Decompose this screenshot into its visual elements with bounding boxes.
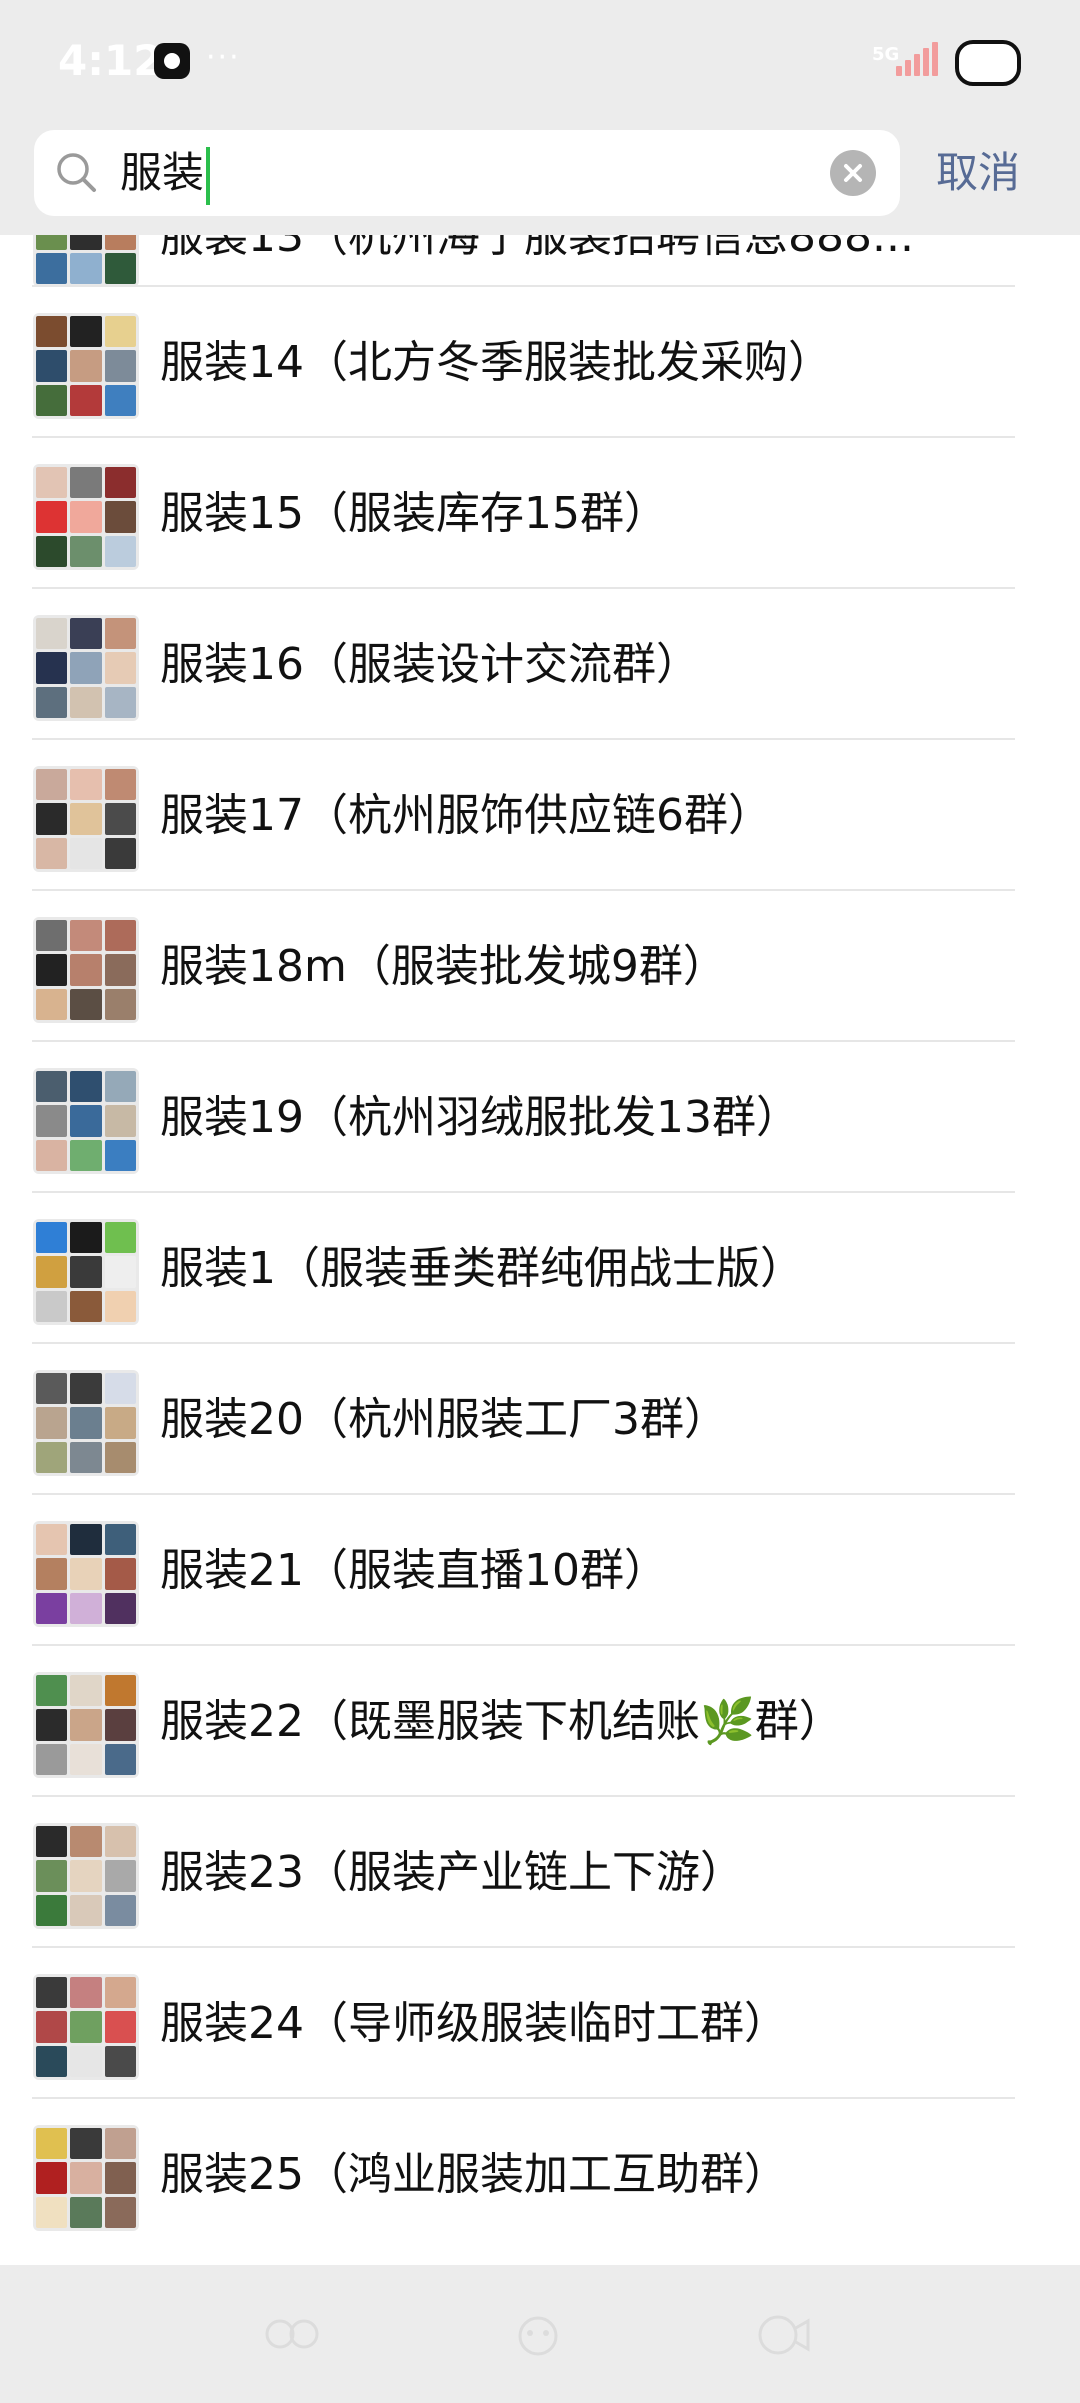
group-name: 服装17（杭州服饰供应链6群）: [160, 790, 772, 841]
list-item[interactable]: 服装14（北方冬季服装批发采购）: [0, 287, 1080, 438]
list-item[interactable]: 服装18m（服装批发城9群）: [0, 891, 1080, 1042]
group-name: 服装19（杭州羽绒服批发13群）: [160, 1092, 800, 1143]
group-avatar: [33, 235, 139, 287]
group-avatar: [33, 313, 139, 419]
bottom-bar: [0, 2265, 1080, 2403]
battery-level: 100: [967, 50, 1002, 71]
notification-app-icon: [154, 43, 190, 79]
group-name: 服装1（服装垂类群纯佣战士版）: [160, 1243, 804, 1294]
list-item[interactable]: 服装17（杭州服饰供应链6群）: [0, 740, 1080, 891]
list-item[interactable]: 服装19（杭州羽绒服批发13群）: [0, 1042, 1080, 1193]
group-avatar: [33, 1521, 139, 1627]
list-item[interactable]: 服装25（鸿业服装加工互助群）: [0, 2099, 1080, 2250]
list-item[interactable]: 服装15（服装库存15群）: [0, 438, 1080, 589]
status-time: 4:12: [58, 36, 163, 85]
group-avatar: [33, 1974, 139, 2080]
more-notifications-icon: ···: [206, 40, 241, 75]
search-bar: 服装 取消: [0, 120, 1080, 235]
search-icon: [52, 148, 102, 198]
video-icon[interactable]: [752, 2309, 812, 2359]
group-name: 服装24（导师级服装临时工群）: [160, 1998, 788, 2049]
discover-icon[interactable]: [508, 2309, 568, 2359]
group-avatar: [33, 1370, 139, 1476]
text-cursor: [206, 146, 211, 205]
status-bar: 4:12 ··· 5G 100: [0, 0, 1080, 120]
group-name: 服装22（既墨服装下机结账🌿群）: [160, 1696, 843, 1747]
group-name: 服装14（北方冬季服装批发采购）: [160, 337, 832, 388]
group-avatar: [33, 1672, 139, 1778]
search-query: 服装: [120, 148, 205, 197]
group-avatar: [33, 615, 139, 721]
list-item[interactable]: 服装1（服装垂类群纯佣战士版）: [0, 1193, 1080, 1344]
list-item[interactable]: 服装22（既墨服装下机结账🌿群）: [0, 1646, 1080, 1797]
group-name: 服装21（服装直播10群）: [160, 1545, 668, 1596]
group-avatar: [33, 1823, 139, 1929]
list-item[interactable]: 服装21（服装直播10群）: [0, 1495, 1080, 1646]
group-avatar: [33, 464, 139, 570]
group-avatar: [33, 917, 139, 1023]
group-name: 服装15（服装库存15群）: [160, 488, 668, 539]
group-name: 服装25（鸿业服装加工互助群）: [160, 2149, 788, 2200]
cancel-button[interactable]: 取消: [936, 145, 1020, 201]
group-name: 服装20（杭州服装工厂3群）: [160, 1394, 728, 1445]
list-item[interactable]: 服装20（杭州服装工厂3群）: [0, 1344, 1080, 1495]
group-avatar: [33, 2125, 139, 2231]
contacts-icon[interactable]: [262, 2309, 322, 2359]
group-name: 服装13（杭州海宁服装招聘信息888...: [160, 235, 914, 262]
group-name: 服装16（服装设计交流群）: [160, 639, 700, 690]
search-box[interactable]: 服装: [34, 130, 900, 216]
list-item[interactable]: 服装23（服装产业链上下游）: [0, 1797, 1080, 1948]
search-input[interactable]: 服装: [120, 142, 820, 205]
list-item[interactable]: 服装13（杭州海宁服装招聘信息888...: [0, 235, 1080, 287]
search-results-list[interactable]: 服装13（杭州海宁服装招聘信息888... 服装14（北方冬季服装批发采购） 服…: [0, 235, 1080, 2265]
group-avatar: [33, 1068, 139, 1174]
group-name: 服装18m（服装批发城9群）: [160, 941, 727, 992]
group-avatar: [33, 1219, 139, 1325]
list-item[interactable]: 服装24（导师级服装临时工群）: [0, 1948, 1080, 2099]
list-item[interactable]: 服装16（服装设计交流群）: [0, 589, 1080, 740]
signal-icon: [896, 40, 940, 76]
clear-search-icon[interactable]: [830, 150, 876, 196]
battery-icon: 100: [955, 40, 1021, 86]
group-avatar: [33, 766, 139, 872]
group-name: 服装23（服装产业链上下游）: [160, 1847, 744, 1898]
